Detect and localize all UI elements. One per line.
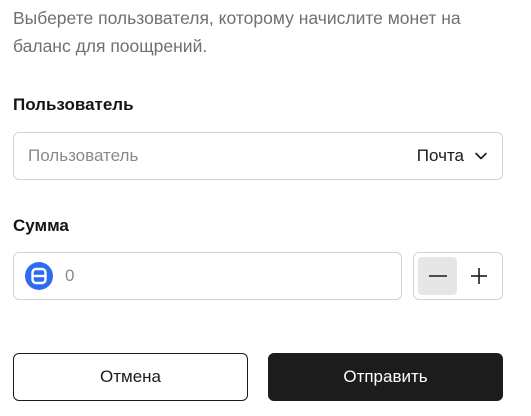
decrement-button[interactable] xyxy=(418,257,457,295)
submit-button[interactable]: Отправить xyxy=(268,353,503,401)
user-field: Почта xyxy=(13,132,503,180)
coin-icon xyxy=(25,262,53,290)
form-description: Выберете пользователя, которому начислит… xyxy=(13,8,461,56)
sum-field xyxy=(13,252,402,300)
sum-stepper xyxy=(413,252,503,300)
cancel-button[interactable]: Отмена xyxy=(13,353,248,401)
user-search-input[interactable] xyxy=(14,133,407,179)
chevron-down-icon xyxy=(474,151,488,161)
user-section-label: Пользователь xyxy=(13,95,134,114)
sum-input[interactable] xyxy=(53,253,401,299)
sum-section-label: Сумма xyxy=(13,216,69,235)
user-type-dropdown[interactable]: Почта xyxy=(407,133,502,179)
plus-icon xyxy=(469,266,489,286)
user-type-selected: Почта xyxy=(416,146,464,165)
increment-button[interactable] xyxy=(459,257,498,295)
minus-icon xyxy=(428,266,448,286)
